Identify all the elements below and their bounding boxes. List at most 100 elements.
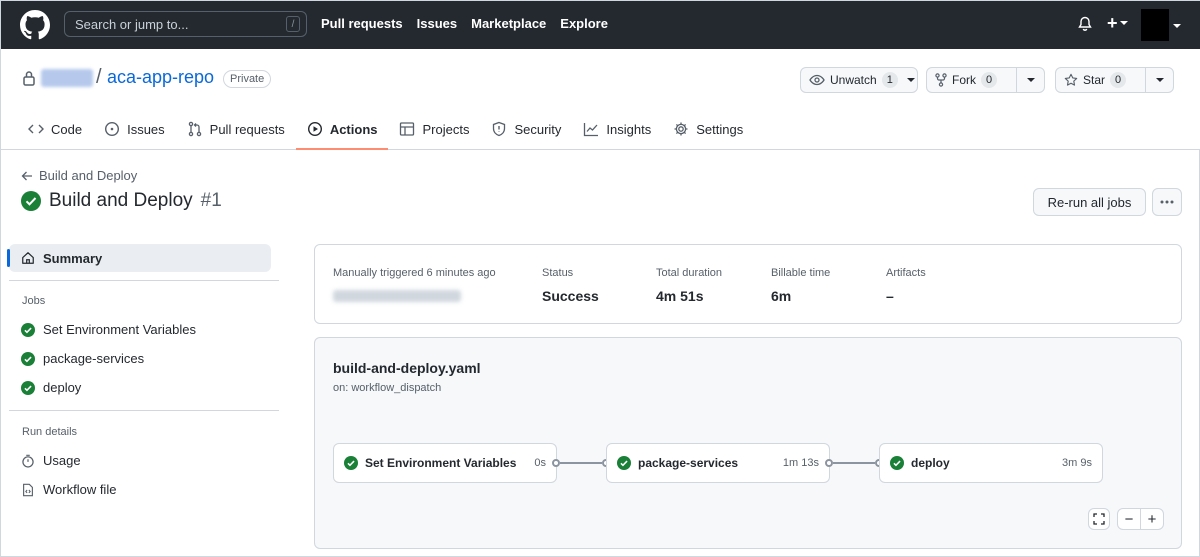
home-icon — [22, 252, 34, 264]
shield-icon — [493, 121, 506, 137]
tab-label: Pull requests — [209, 121, 285, 137]
nav-explore[interactable]: Explore — [560, 16, 608, 31]
avatar[interactable] — [1141, 9, 1169, 41]
tab-security[interactable]: Security — [480, 109, 572, 149]
sidebar-job-label: Set Environment Variables — [43, 322, 196, 337]
sidebar-item-summary[interactable]: Summary — [7, 244, 271, 272]
check-circle-icon — [21, 351, 35, 366]
job-duration: 3m 9s — [1062, 457, 1092, 469]
run-number: #1 — [200, 190, 222, 211]
fork-button[interactable]: Fork 0 — [927, 68, 1016, 92]
watch-count: 1 — [881, 72, 898, 88]
rerun-all-jobs-button[interactable]: Re-run all jobs — [1033, 188, 1146, 216]
back-to-workflow-link[interactable]: Build and Deploy — [21, 168, 137, 183]
trigger-actor-redacted[interactable] — [333, 290, 461, 302]
billable-value[interactable]: 6m — [771, 288, 830, 304]
tab-pull-requests[interactable]: Pull requests — [176, 109, 296, 149]
repo-owner-redacted[interactable] — [41, 69, 93, 87]
bell-icon[interactable] — [1077, 16, 1093, 32]
tab-label: Settings — [696, 121, 744, 137]
workflow-graph: build-and-deploy.yaml on: workflow_dispa… — [314, 337, 1182, 549]
job-node-package-services[interactable]: package-services 1m 13s — [606, 443, 830, 483]
check-circle-icon — [890, 456, 904, 470]
github-logo-icon[interactable] — [20, 10, 50, 40]
watch-button-group: Unwatch 1 — [800, 67, 918, 93]
pull-request-icon — [188, 121, 201, 137]
tab-label: Insights — [606, 121, 652, 137]
tab-label: Issues — [127, 121, 165, 137]
job-name: Set Environment Variables — [365, 456, 517, 470]
create-new-menu[interactable]: + — [1107, 14, 1128, 32]
job-duration: 1m 13s — [782, 457, 819, 469]
billable-label: Billable time — [771, 267, 831, 279]
star-dropdown[interactable] — [1145, 68, 1173, 92]
sidebar-divider — [9, 280, 279, 281]
kebab-horizontal-icon[interactable] — [1152, 188, 1182, 216]
table-icon — [400, 122, 415, 136]
fullscreen-icon[interactable] — [1088, 508, 1110, 530]
star-label: Star — [1083, 73, 1106, 87]
tab-insights[interactable]: Insights — [572, 109, 662, 149]
tab-settings[interactable]: Settings — [662, 109, 754, 149]
job-node-set-environment-variables[interactable]: Set Environment Variables 0s — [333, 443, 557, 483]
lock-icon — [22, 70, 36, 86]
nav-issues[interactable]: Issues — [417, 16, 457, 31]
artifacts-value: – — [886, 288, 894, 304]
global-header: Search or jump to... / Pull requests Iss… — [1, 1, 1200, 49]
job-duration: 0s — [534, 457, 546, 469]
sidebar-job-deploy[interactable]: deploy — [21, 380, 81, 395]
zoom-out-button[interactable]: − — [1118, 509, 1141, 529]
check-circle-icon — [21, 380, 35, 395]
tab-issues[interactable]: Issues — [93, 109, 176, 149]
star-button[interactable]: Star 0 — [1056, 68, 1145, 92]
eye-icon — [809, 74, 825, 86]
tab-code[interactable]: Code — [17, 109, 93, 149]
run-summary-card: Manually triggered 6 minutes ago Status … — [314, 244, 1182, 324]
sidebar-job-set-environment-variables[interactable]: Set Environment Variables — [21, 322, 196, 337]
sidebar-item-label: Summary — [43, 250, 103, 266]
duration-value: 4m 51s — [656, 288, 704, 304]
search-input[interactable]: Search or jump to... / — [64, 11, 307, 37]
billable-info: Billable time 6m — [771, 267, 830, 304]
run-details-heading: Run details — [22, 426, 78, 438]
repo-name-link[interactable]: aca-app-repo — [107, 67, 214, 88]
visibility-badge: Private — [223, 70, 272, 88]
fork-icon — [935, 73, 947, 87]
graph-connector-line — [560, 462, 602, 464]
play-icon — [307, 121, 322, 137]
tab-label: Projects — [422, 121, 470, 137]
star-button-group: Star 0 — [1055, 67, 1174, 93]
graph-connector-line — [833, 462, 875, 464]
nav-marketplace[interactable]: Marketplace — [471, 16, 546, 31]
nav-pull-requests[interactable]: Pull requests — [321, 16, 403, 31]
repo-tabs: Code Issues Pull requests Actions Projec… — [17, 109, 754, 150]
duration-label: Total duration — [656, 267, 723, 279]
unwatch-button[interactable]: Unwatch 1 — [801, 68, 906, 92]
sidebar-job-package-services[interactable]: package-services — [21, 351, 144, 366]
zoom-in-button[interactable]: + — [1141, 509, 1163, 529]
caret-down-icon — [1119, 21, 1128, 25]
avatar-caret-down-icon[interactable] — [1173, 22, 1181, 30]
sidebar-item-usage[interactable]: Usage — [21, 453, 81, 468]
star-count: 0 — [1110, 72, 1127, 88]
tab-projects[interactable]: Projects — [388, 109, 480, 149]
status-value: Success — [542, 288, 599, 304]
workflow-file-name[interactable]: build-and-deploy.yaml — [333, 360, 481, 376]
repo-header: / aca-app-repo Private Unwatch 1 Fork 0 … — [1, 49, 1200, 150]
tab-label: Actions — [329, 121, 378, 137]
global-nav: Pull requests Issues Marketplace Explore — [321, 16, 608, 31]
caret-down-icon — [907, 78, 916, 82]
unwatch-label: Unwatch — [830, 73, 877, 87]
tab-actions[interactable]: Actions — [295, 109, 389, 150]
check-circle-icon — [617, 456, 631, 470]
watch-dropdown[interactable] — [906, 68, 917, 92]
check-circle-icon — [21, 191, 41, 211]
search-placeholder: Search or jump to... — [75, 16, 189, 32]
fork-dropdown[interactable] — [1016, 68, 1044, 92]
sidebar-item-label: Usage — [43, 453, 81, 468]
sidebar-item-workflow-file[interactable]: Workflow file — [21, 482, 116, 497]
artifacts-label: Artifacts — [886, 267, 926, 279]
graph-connector-dot — [825, 459, 833, 467]
job-node-deploy[interactable]: deploy 3m 9s — [879, 443, 1103, 483]
graph-icon — [584, 123, 599, 137]
